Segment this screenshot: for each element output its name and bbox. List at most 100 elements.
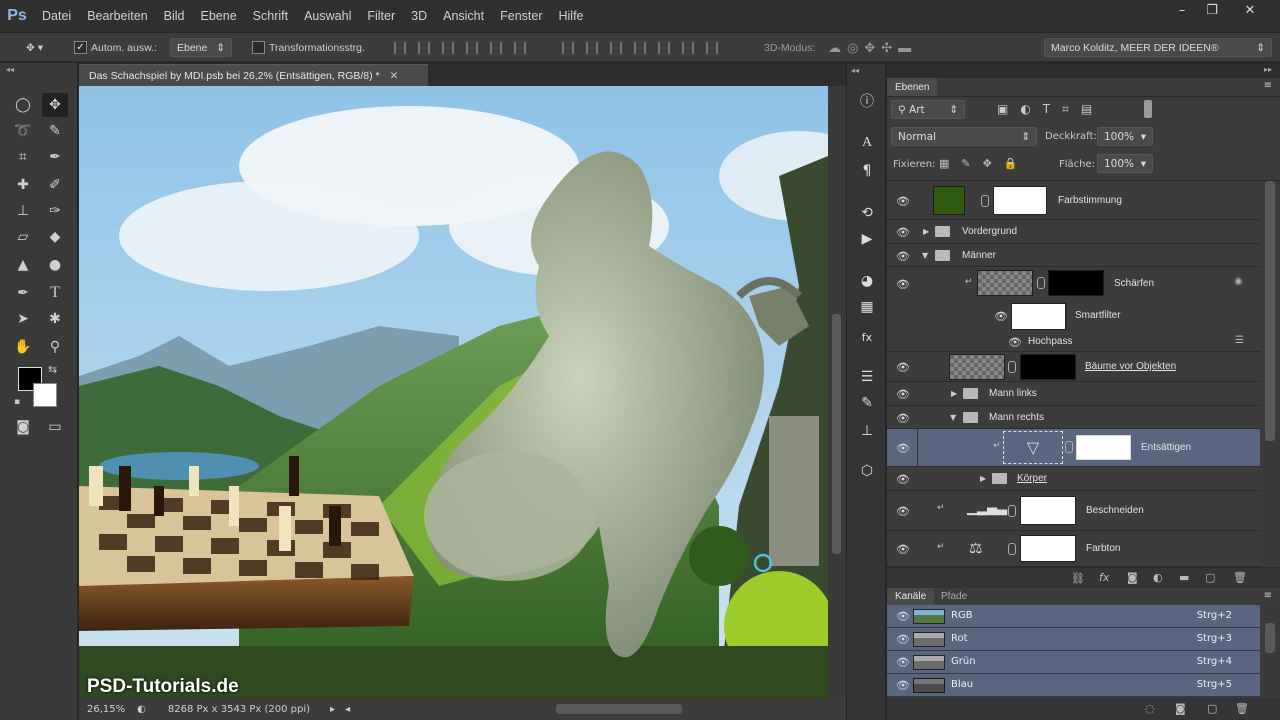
- load-selection-icon[interactable]: ◌: [1145, 702, 1155, 715]
- delete-channel-icon[interactable]: 🗑: [1235, 702, 1249, 715]
- visibility-eye-icon[interactable]: 👁: [895, 250, 911, 263]
- visibility-eye-icon[interactable]: 👁: [895, 195, 911, 208]
- image-canvas[interactable]: PSD-Tutorials.de: [79, 86, 828, 698]
- visibility-eye-icon[interactable]: 👁: [895, 543, 911, 556]
- opacity-input[interactable]: 100% ▾: [1097, 127, 1153, 146]
- channel-row-blau[interactable]: 👁 Blau Strg+5: [887, 674, 1260, 697]
- color-palette-icon[interactable]: ◕: [855, 270, 879, 292]
- menu-bearbeiten[interactable]: Bearbeiten: [79, 9, 155, 23]
- auto-align-icon[interactable]: [706, 41, 718, 54]
- align-top-icon[interactable]: [394, 41, 406, 54]
- channel-row-rot[interactable]: 👁 Rot Strg+3: [887, 628, 1260, 651]
- brush-icon[interactable]: ✐: [42, 173, 68, 197]
- layer-row-schaerfen[interactable]: 👁 ↵ Schärfen ◉: [887, 267, 1260, 300]
- quick-mask-icon[interactable]: ◙: [10, 415, 36, 439]
- visibility-eye-icon[interactable]: 👁: [895, 412, 911, 425]
- layer-row-farbton[interactable]: 👁 ↵ ⚖ Farbton: [887, 531, 1260, 567]
- zoom-level[interactable]: 26,15%: [87, 704, 125, 715]
- stamp-icon[interactable]: ⊥: [10, 199, 36, 223]
- zoom-tool-icon[interactable]: ⚲: [42, 335, 68, 359]
- auto-select-dropdown[interactable]: Ebene ⇕: [170, 38, 232, 57]
- expand-arrow-icon[interactable]: ▶: [923, 227, 929, 236]
- visibility-eye-icon[interactable]: 👁: [993, 310, 1009, 323]
- workspace-dropdown[interactable]: Marco Kolditz, MEER DER IDEEN® ⇕: [1044, 38, 1272, 57]
- tab-kanaele[interactable]: Kanäle: [887, 588, 935, 605]
- move-tool-icon[interactable]: ✥: [42, 93, 68, 117]
- scroll-thumb[interactable]: [1265, 181, 1275, 441]
- new-adjustment-icon[interactable]: ◐: [1153, 571, 1163, 584]
- delete-layer-icon[interactable]: 🗑: [1233, 571, 1247, 584]
- mode3d-icons[interactable]: ☁◎✥✣▬: [828, 33, 917, 62]
- collapse-arrow-icon[interactable]: ▼: [922, 251, 928, 260]
- layer-row-vordergrund[interactable]: 👁 ▶ Vordergrund: [887, 220, 1260, 244]
- clone-source-icon[interactable]: ⊥: [855, 420, 879, 442]
- scroll-left-icon[interactable]: ◂: [345, 704, 350, 715]
- history-icon[interactable]: ⟲: [855, 202, 879, 224]
- lasso-icon[interactable]: ➰: [10, 119, 36, 143]
- expand-arrow-icon[interactable]: ▶: [980, 474, 986, 483]
- default-colors-icon[interactable]: ▪: [14, 397, 20, 407]
- align-bottom-icon[interactable]: [442, 41, 454, 54]
- menu-schrift[interactable]: Schrift: [245, 9, 296, 23]
- distribute-hcenter-icon[interactable]: [658, 41, 670, 54]
- visibility-eye-icon[interactable]: 👁: [895, 473, 911, 486]
- distribute-top-icon[interactable]: [562, 41, 574, 54]
- menu-auswahl[interactable]: Auswahl: [296, 9, 359, 23]
- move-tool-preset-icon[interactable]: ✥ ▾: [26, 33, 43, 62]
- paragraph-icon[interactable]: ¶: [855, 160, 879, 182]
- visibility-eye-icon[interactable]: 👁: [1007, 336, 1023, 349]
- collapse-icon[interactable]: ◂◂: [6, 65, 14, 74]
- dodge-icon[interactable]: ●: [42, 253, 68, 277]
- expand-arrow-icon[interactable]: ▶: [951, 389, 957, 398]
- tab-ebenen[interactable]: Ebenen: [887, 78, 938, 96]
- channels-scrollbar[interactable]: [1262, 605, 1280, 697]
- visibility-eye-icon[interactable]: 👁: [895, 442, 911, 455]
- scroll-thumb[interactable]: [1265, 623, 1275, 653]
- tab-pfade[interactable]: Pfade: [933, 588, 975, 605]
- add-mask-icon[interactable]: ◙: [1127, 571, 1138, 584]
- menu-filter[interactable]: Filter: [359, 9, 403, 23]
- menu-ebene[interactable]: Ebene: [193, 9, 245, 23]
- expand-icon[interactable]: ◂◂: [851, 66, 859, 75]
- link-chain-icon[interactable]: [1008, 505, 1016, 517]
- distribute-left-icon[interactable]: [634, 41, 646, 54]
- link-layers-icon[interactable]: ⛓: [1071, 572, 1085, 585]
- visibility-eye-icon[interactable]: 👁: [895, 610, 911, 623]
- menu-datei[interactable]: Datei: [34, 9, 79, 23]
- scroll-thumb[interactable]: [832, 314, 841, 554]
- fill-input[interactable]: 100% ▾: [1097, 154, 1153, 173]
- blur-icon[interactable]: ▲: [10, 253, 36, 277]
- new-group-icon[interactable]: ▬: [1179, 571, 1189, 584]
- minimize-button[interactable]: –: [1168, 0, 1196, 20]
- align-buttons[interactable]: [388, 33, 532, 62]
- link-chain-icon[interactable]: [1037, 277, 1045, 289]
- save-selection-icon[interactable]: ◙: [1175, 702, 1186, 715]
- layer-row-maenner[interactable]: 👁 ▼ Männer: [887, 244, 1260, 267]
- menu-hilfe[interactable]: Hilfe: [551, 9, 592, 23]
- layer-row-koerper[interactable]: 👁 ▶ Körper: [887, 467, 1260, 491]
- filter-kind-dropdown[interactable]: ⚲ Art ⇕: [891, 100, 965, 119]
- actions-play-icon[interactable]: ▶: [855, 228, 879, 250]
- custom-shape-icon[interactable]: ✱: [42, 307, 68, 331]
- maximize-button[interactable]: ❐: [1198, 0, 1226, 20]
- transform-controls-checkbox[interactable]: [252, 41, 265, 54]
- screen-mode-icon[interactable]: ▭: [42, 415, 68, 439]
- channels-menu-icon[interactable]: ≡: [1264, 590, 1272, 601]
- swatches-grid-icon[interactable]: ▦: [855, 296, 879, 318]
- layer-row-beschneiden[interactable]: 👁 ↵ ▁▂▄▃ Beschneiden: [887, 491, 1260, 531]
- filter-options-icon[interactable]: ☰: [1235, 335, 1244, 346]
- channel-row-gruen[interactable]: 👁 Grün Strg+4: [887, 651, 1260, 674]
- collapse-arrow-icon[interactable]: ▼: [950, 413, 956, 422]
- distribute-vcenter-icon[interactable]: [586, 41, 598, 54]
- layer-filter-icons[interactable]: ▣◐T⌗▤: [997, 102, 1104, 117]
- close-tab-icon[interactable]: ✕: [390, 70, 399, 82]
- collapse-panel-icon[interactable]: ▸▸: [1264, 65, 1272, 74]
- character-icon[interactable]: A: [855, 132, 879, 154]
- link-chain-icon[interactable]: [1065, 441, 1073, 453]
- layers-scrollbar[interactable]: [1262, 181, 1280, 567]
- align-left-icon[interactable]: [466, 41, 478, 54]
- channel-row-rgb[interactable]: 👁 RGB Strg+2: [887, 605, 1260, 628]
- layer-row-mann-rechts[interactable]: 👁 ▼ Mann rechts: [887, 406, 1260, 429]
- history-brush-icon[interactable]: ✑: [42, 199, 68, 223]
- panel-menu-icon[interactable]: ≡: [1264, 80, 1272, 91]
